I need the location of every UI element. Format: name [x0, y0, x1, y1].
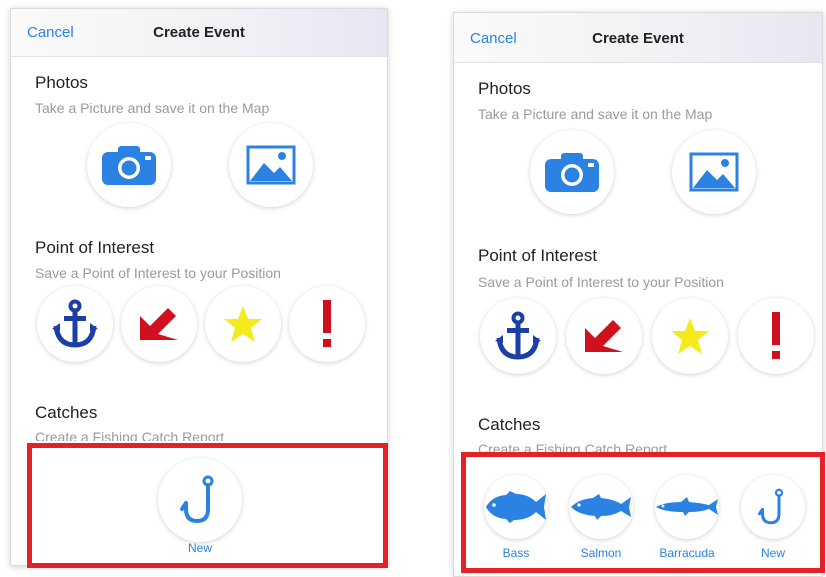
photos-section-subtitle: Take a Picture and save it on the Map — [478, 106, 713, 122]
anchor-icon — [495, 311, 541, 361]
fishing-hook-icon — [758, 487, 788, 527]
marker-poi-button[interactable] — [121, 286, 197, 362]
catches-section-title: Catches — [35, 403, 98, 422]
barracuda-fish-icon — [655, 495, 719, 519]
camera-icon — [100, 143, 158, 187]
anchor-icon — [52, 299, 98, 349]
bass-catch-label: Bass — [502, 546, 530, 560]
salmon-catch-label: Salmon — [580, 546, 622, 560]
new-catch-button[interactable] — [158, 458, 242, 542]
arrow-down-left-icon — [138, 306, 180, 342]
poi-section-title: Point of Interest — [35, 238, 155, 257]
barracuda-catch-button[interactable] — [655, 475, 719, 539]
star-icon — [670, 317, 710, 355]
catches-subtitle-clip: Create a Fishing Catch Report — [454, 441, 822, 452]
alert-poi-button[interactable] — [738, 298, 814, 374]
fishing-hook-icon — [180, 475, 220, 525]
photos-section-title: Photos — [35, 73, 88, 92]
bass-catch-button[interactable] — [484, 475, 548, 539]
navigation-bar: Cancel Create Event — [11, 9, 387, 57]
star-icon — [223, 305, 263, 343]
poi-section-title: Point of Interest — [478, 246, 598, 265]
poi-section-subtitle: Save a Point of Interest to your Positio… — [35, 265, 281, 281]
nav-title: Create Event — [592, 30, 684, 47]
star-poi-button[interactable] — [205, 286, 281, 362]
camera-icon — [543, 150, 601, 194]
photos-section-subtitle: Take a Picture and save it on the Map — [35, 100, 270, 116]
new-catch-label: New — [760, 546, 785, 560]
create-event-screen-left: Cancel Create Event Photos Take a Pictur… — [10, 8, 388, 566]
catches-section-title: Catches — [478, 415, 541, 434]
nav-title: Create Event — [153, 24, 245, 41]
take-photo-button[interactable] — [87, 123, 171, 207]
image-icon — [689, 152, 739, 192]
new-catch-button[interactable] — [741, 475, 805, 539]
photo-library-button[interactable] — [229, 123, 313, 207]
catches-section-subtitle: Create a Fishing Catch Report — [478, 441, 668, 452]
exclamation-icon — [321, 300, 333, 348]
barracuda-catch-label: Barracuda — [659, 546, 715, 560]
create-event-screen-right: Cancel Create Event Photos Take a Pictur… — [453, 12, 823, 577]
new-catch-label: New — [187, 541, 212, 555]
take-photo-button[interactable] — [530, 130, 614, 214]
exclamation-icon — [770, 312, 782, 360]
catches-section-subtitle: Create a Fishing Catch Report — [35, 429, 225, 441]
anchor-poi-button[interactable] — [37, 286, 113, 362]
arrow-down-left-icon — [583, 318, 625, 354]
salmon-catch-button[interactable] — [569, 475, 633, 539]
photo-library-button[interactable] — [672, 130, 756, 214]
image-icon — [246, 145, 296, 185]
anchor-poi-button[interactable] — [480, 298, 556, 374]
navigation-bar: Cancel Create Event — [454, 13, 822, 63]
poi-section-subtitle: Save a Point of Interest to your Positio… — [478, 274, 724, 290]
salmon-fish-icon — [569, 492, 633, 522]
alert-poi-button[interactable] — [289, 286, 365, 362]
bass-fish-icon — [484, 490, 548, 524]
catches-subtitle-clip: Create a Fishing Catch Report — [11, 429, 387, 441]
star-poi-button[interactable] — [652, 298, 728, 374]
photos-section-title: Photos — [478, 79, 531, 98]
marker-poi-button[interactable] — [566, 298, 642, 374]
